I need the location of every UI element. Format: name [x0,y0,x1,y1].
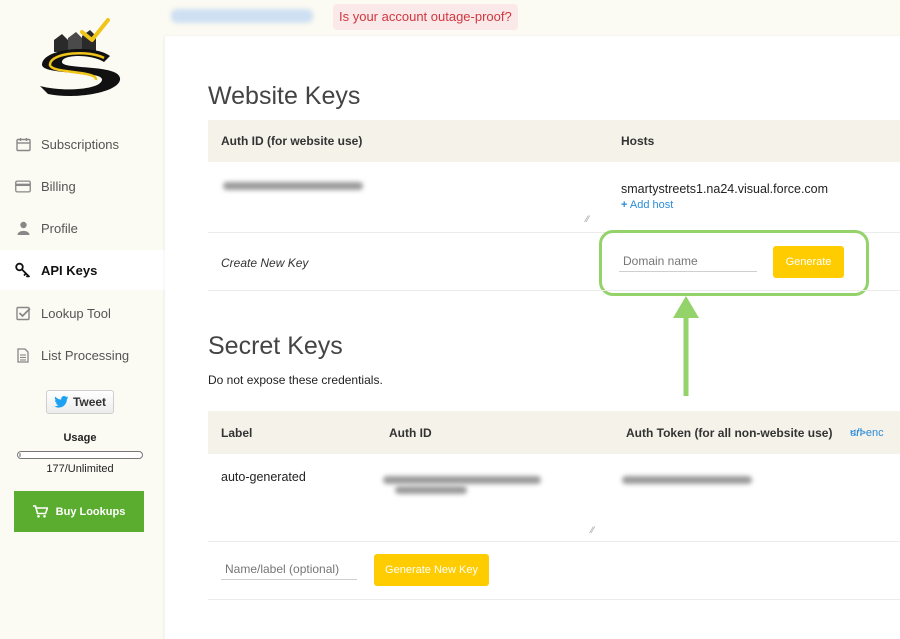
sidebar-item-label: Billing [41,178,76,194]
tweet-button[interactable]: Tweet [46,390,114,414]
col-auth-id-website: Auth ID (for website use) [221,134,363,148]
row-divider [208,599,900,600]
tweet-label: Tweet [72,395,107,409]
sidebar-item-subscriptions[interactable]: Subscriptions [0,124,165,164]
account-email-redacted [171,9,313,23]
add-host-link[interactable]: + Add host [621,199,673,211]
sidebar-item-label: Lookup Tool [41,305,111,321]
outage-proof-link[interactable]: Is your account outage-proof? [333,4,518,30]
file-list-icon [15,347,31,363]
add-host-label: Add host [629,199,674,211]
sidebar-item-lookup-tool[interactable]: Lookup Tool [0,293,165,333]
highlight-box [599,230,869,296]
sidebar-item-label: Profile [41,220,78,236]
main-content: Website Keys Auth ID (for website use) H… [165,36,900,639]
sidebar-item-label: API Keys [41,262,98,278]
sidebar-item-list-processing[interactable]: List Processing [0,335,165,375]
auth-id-redacted [395,486,467,494]
usage-progress-fill [19,453,21,457]
host-value: smartystreets1.na24.visual.force.com [621,182,829,196]
buy-lookups-label: Buy Lookups [55,505,126,518]
secret-keys-warning: Do not expose these credentials. [208,373,383,387]
usage-title: Usage [63,432,97,444]
key-label-value: auto-generated [221,470,306,484]
credit-card-icon [15,178,31,194]
user-icon [15,220,31,236]
key-label-input[interactable] [221,558,357,580]
buy-lookups-button[interactable]: Buy Lookups [14,491,144,532]
cart-icon [32,505,48,518]
key-icon [15,262,31,278]
sidebar-item-label: Subscriptions [41,136,120,152]
calendar-icon [15,136,31,152]
col-auth-id: Auth ID [389,426,432,440]
secret-keys-table-header: Label Auth ID Auth Token (for all non-we… [208,411,900,454]
create-new-key-label: Create New Key [221,256,309,270]
up-arrow-icon [673,296,699,396]
auth-id-redacted [383,476,541,484]
top-bar: Is your account outage-proof? [165,0,900,36]
sidebar-item-api-keys[interactable]: API Keys [0,250,165,290]
smartystreets-logo[interactable] [32,18,126,98]
col-hosts: Hosts [621,134,655,148]
sidebar-item-label: List Processing [41,347,130,363]
secret-keys-title: Secret Keys [208,332,343,360]
sidebar-item-billing[interactable]: Billing [0,166,165,206]
row-divider [208,541,900,542]
col-label: Label [221,426,253,440]
plus-icon: + [621,199,628,211]
row-divider [208,290,900,291]
check-square-icon [15,305,31,321]
auth-id-redacted [223,182,363,190]
website-keys-table-header: Auth ID (for website use) Hosts [208,120,900,162]
resize-grip-icon[interactable]: ⁄⁄ [586,214,589,224]
col-auth-token: Auth Token (for all non-website use) [626,426,833,440]
usage-progress-bar [17,451,143,459]
auth-token-redacted [622,476,752,484]
sidebar: Subscriptions Billing Profile API Keys L… [0,0,165,639]
twitter-bird-icon [54,396,69,408]
resize-grip-icon[interactable]: ⁄⁄ [591,525,594,535]
url-encode-label: url-enc [850,427,884,439]
website-keys-title: Website Keys [208,82,361,110]
sidebar-item-profile[interactable]: Profile [0,208,165,248]
generate-new-key-button[interactable]: Generate New Key [374,554,489,586]
usage-count: 177/Unlimited [46,463,114,475]
